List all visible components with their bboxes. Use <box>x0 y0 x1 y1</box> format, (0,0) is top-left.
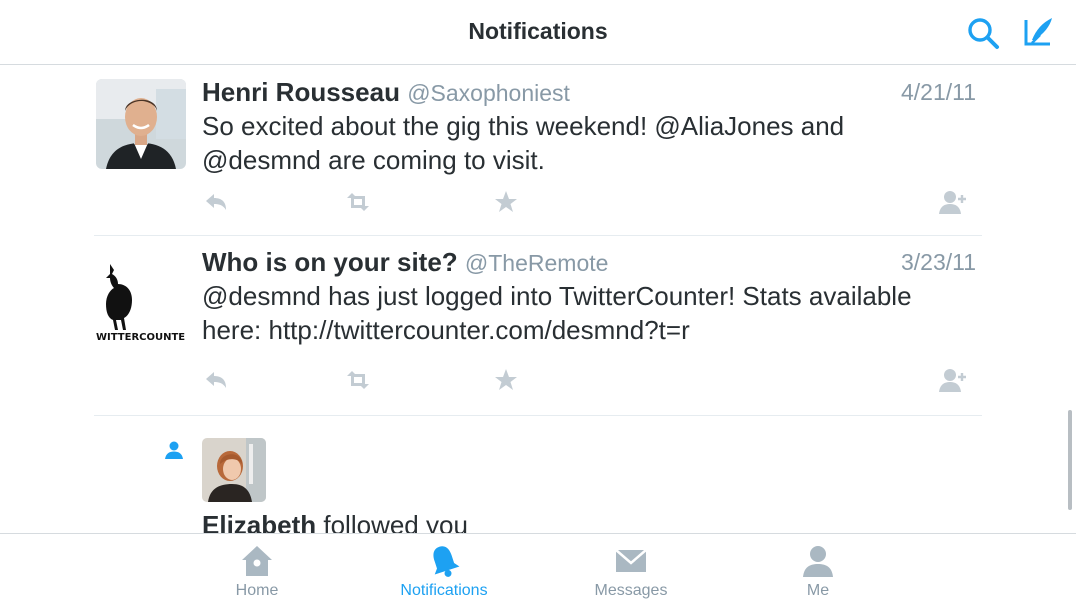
tab-home[interactable]: Home <box>187 544 327 602</box>
tweet-date: 3/23/11 <box>900 249 976 275</box>
tab-messages[interactable]: Messages <box>561 544 701 602</box>
tweet-author-name[interactable]: Who is on your site? <box>202 247 458 277</box>
tweet-actions <box>202 366 982 396</box>
tab-label: Messages <box>594 582 668 599</box>
bell-icon <box>433 546 460 577</box>
follow-user-icon[interactable] <box>938 366 970 394</box>
tweet-text-line: So excited about the gig this weekend! @… <box>202 111 845 141</box>
avatar[interactable] <box>96 79 186 169</box>
compose-tweet-icon[interactable] <box>1020 14 1056 50</box>
search-icon[interactable] <box>966 16 1000 50</box>
retweet-icon[interactable] <box>344 366 372 394</box>
tweet-text-line: @desmnd are coming to visit. <box>202 145 545 175</box>
twittercounter-logo-text: TWITTERCOUNTER <box>96 332 186 343</box>
follow-action-text: followed you <box>323 510 468 533</box>
follower-name[interactable]: Elizabeth <box>202 510 316 533</box>
tab-bar: Home Notifications Messages Me <box>0 533 1076 604</box>
tab-label: Home <box>235 582 279 599</box>
favorite-star-icon[interactable] <box>492 366 520 394</box>
tweet-date: 4/21/11 <box>900 79 976 105</box>
envelope-icon <box>615 549 647 572</box>
tweet-item[interactable]: Henri Rousseau @Saxophoniest 4/21/11 So … <box>94 66 982 236</box>
person-icon <box>803 546 833 577</box>
follow-user-icon[interactable] <box>938 188 970 216</box>
reply-icon[interactable] <box>202 366 230 394</box>
tweet-item[interactable]: TWITTERCOUNTER Who is on your site? @The… <box>94 236 982 416</box>
tab-me[interactable]: Me <box>748 544 888 602</box>
follow-notification[interactable]: Elizabeth followed you <box>0 416 1076 533</box>
tweet-author-handle[interactable]: @TheRemote <box>465 250 609 276</box>
twittercounter-logo[interactable]: TWITTERCOUNTER <box>96 258 186 348</box>
tweet-author-handle[interactable]: @Saxophoniest <box>407 80 570 106</box>
home-icon <box>242 546 272 576</box>
avatar[interactable] <box>202 438 266 502</box>
tweet-author-name[interactable]: Henri Rousseau <box>202 77 400 107</box>
favorite-star-icon[interactable] <box>492 188 520 216</box>
retweet-icon[interactable] <box>344 188 372 216</box>
reply-icon[interactable] <box>202 188 230 216</box>
scrollbar[interactable] <box>1068 410 1072 510</box>
notifications-feed[interactable]: Henri Rousseau @Saxophoniest 4/21/11 So … <box>0 66 1076 533</box>
tab-label: Notifications <box>400 582 488 599</box>
top-bar: Notifications <box>0 0 1076 65</box>
tweet-text-line: @desmnd has just logged into TwitterCoun… <box>202 281 912 311</box>
new-follower-icon <box>165 441 183 459</box>
tab-label: Me <box>806 582 830 599</box>
page-title: Notifications <box>468 18 608 44</box>
tab-notifications[interactable]: Notifications <box>374 544 514 602</box>
tweet-actions <box>202 188 982 218</box>
tweet-text-line[interactable]: here: http://twittercounter.com/desmnd?t… <box>202 313 982 347</box>
